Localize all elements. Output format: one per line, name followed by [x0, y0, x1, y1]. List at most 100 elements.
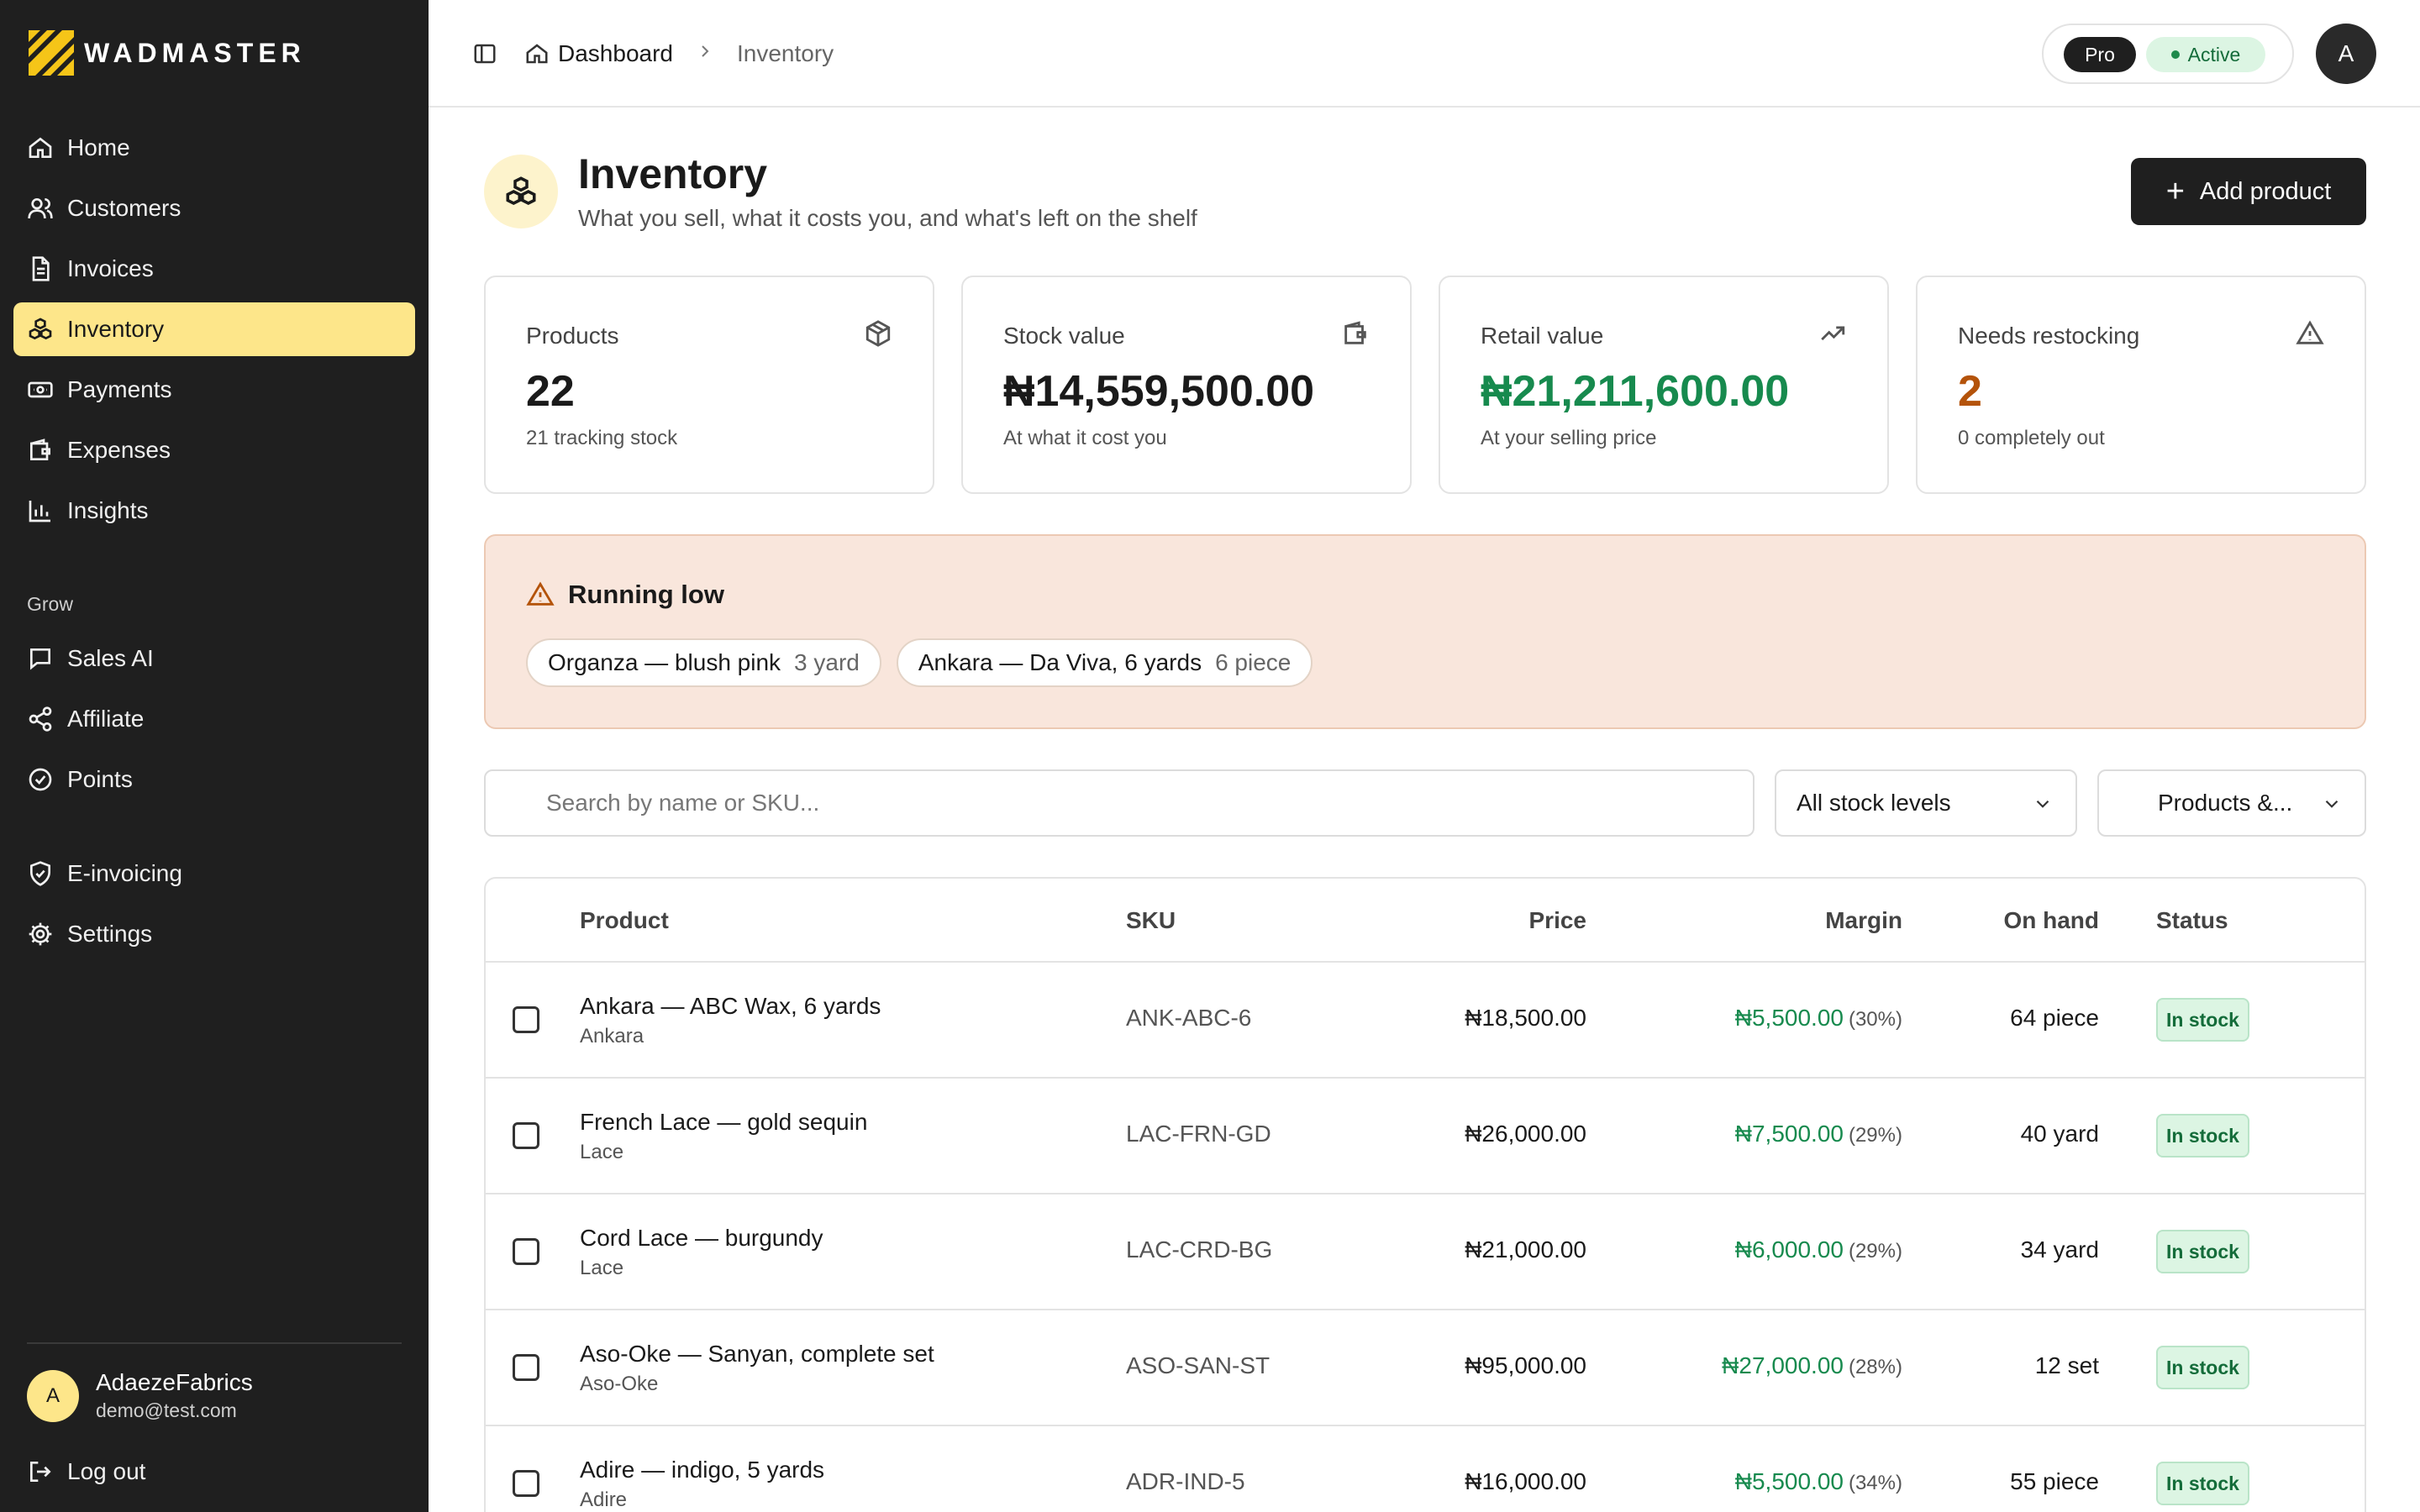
table-row[interactable]: Aso-Oke — Sanyan, complete set Aso-Oke A… [486, 1310, 2365, 1426]
table-row[interactable]: Ankara — ABC Wax, 6 yards Ankara ANK-ABC… [486, 963, 2365, 1079]
product-name[interactable]: French Lace — gold sequin [580, 1109, 867, 1136]
sidebar-item-points[interactable]: Points [13, 753, 415, 806]
stat-value: 2 [1958, 367, 1982, 416]
sidebar-item-invoices[interactable]: Invoices [13, 242, 415, 296]
product-price: ₦18,500.00 [1465, 1005, 1586, 1031]
column-header-status[interactable]: Status [2156, 907, 2228, 934]
user-profile[interactable]: A AdaezeFabrics demo@test.com [27, 1369, 253, 1422]
document-icon [32, 256, 50, 281]
status-badge: In stock [2156, 1230, 2249, 1273]
stat-note: At your selling price [1481, 427, 1657, 449]
sidebar-item-insights[interactable]: Insights [13, 484, 415, 538]
sidebar-item-label: Settings [67, 921, 153, 947]
running-low-title: Running low [526, 580, 724, 610]
product-on-hand: 64 piece [2010, 1005, 2099, 1031]
column-header-product[interactable]: Product [580, 907, 669, 934]
wallet-icon [1344, 321, 1366, 344]
column-header-sku[interactable]: SKU [1126, 907, 1176, 934]
sidebar-item-label: Inventory [67, 316, 165, 342]
margin-percent: (29%) [1848, 1124, 1902, 1147]
logout-icon [30, 1462, 51, 1482]
breadcrumb: Dashboard Inventory [472, 34, 834, 74]
row-checkbox[interactable] [513, 1238, 539, 1265]
product-sku: ADR-IND-5 [1126, 1468, 1245, 1494]
row-checkbox[interactable] [513, 1470, 539, 1497]
stock-level-select[interactable]: All stock levels [1775, 769, 2077, 837]
column-header-on-hand[interactable]: On hand [2003, 907, 2099, 934]
product-category: Ankara [580, 1025, 644, 1047]
product-category: Lace [580, 1141, 624, 1163]
logout-label: Log out [67, 1458, 146, 1484]
status-label: Active [2187, 43, 2241, 66]
product-name[interactable]: Cord Lace — burgundy [580, 1225, 823, 1252]
product-category: Adire [580, 1488, 628, 1511]
sidebar-item-home[interactable]: Home [13, 121, 415, 175]
sidebar-item-label: Expenses [67, 437, 171, 463]
brand-logo[interactable]: WADMASTER [29, 29, 306, 77]
running-low-item[interactable]: Organza — blush pink 3 yard [526, 638, 881, 687]
sidebar-item-settings[interactable]: Settings [13, 907, 415, 961]
sidebar-item-inventory[interactable]: Inventory [13, 302, 415, 356]
shield-check-icon [30, 861, 50, 886]
sidebar-item-label: Payments [67, 376, 172, 402]
product-margin: ₦5,500.00 (30%) [1735, 1005, 1902, 1032]
trending-up-icon [1821, 326, 1845, 341]
running-low-list: Organza — blush pink 3 yard Ankara — Da … [526, 638, 1313, 687]
table-row[interactable]: French Lace — gold sequin Lace LAC-FRN-G… [486, 1079, 2365, 1194]
product-sku: ANK-ABC-6 [1126, 1005, 1252, 1031]
search-box [484, 769, 1754, 837]
product-price: ₦21,000.00 [1465, 1236, 1586, 1263]
check-circle-icon [29, 768, 52, 791]
breadcrumb-dashboard[interactable]: Dashboard [524, 40, 673, 67]
gear-icon [29, 922, 52, 946]
product-category: Aso-Oke [580, 1373, 659, 1395]
product-sku: LAC-CRD-BG [1126, 1236, 1273, 1263]
stock-level-value: All stock levels [1797, 790, 1951, 816]
sidebar-item-payments[interactable]: Payments [13, 363, 415, 417]
running-low-item[interactable]: Ankara — Da Viva, 6 yards 6 piece [896, 638, 1313, 687]
type-select[interactable]: Products &... [2097, 769, 2366, 837]
column-header-price[interactable]: Price [1529, 907, 1587, 934]
home-icon [526, 44, 548, 64]
sidebar-item-affiliate[interactable]: Affiliate [13, 692, 415, 746]
sidebar-divider [27, 1342, 402, 1344]
sidebar-item-label: Sales AI [67, 645, 154, 671]
table-row[interactable]: Adire — indigo, 5 yards Adire ADR-IND-5 … [486, 1426, 2365, 1512]
margin-percent: (34%) [1848, 1472, 1902, 1494]
row-checkbox[interactable] [513, 1122, 539, 1149]
product-margin: ₦7,500.00 (29%) [1735, 1121, 1902, 1147]
stat-card-products: Products 22 21 tracking stock [484, 276, 934, 494]
low-item-name: Organza — blush pink [548, 649, 781, 675]
sidebar-item-sales-ai[interactable]: Sales AI [13, 632, 415, 685]
table-row[interactable]: Cord Lace — burgundy Lace LAC-CRD-BG ₦21… [486, 1194, 2365, 1310]
stat-card-stock-value: Stock value ₦14,559,500.00 At what it co… [961, 276, 1412, 494]
sidebar-item-e-invoicing[interactable]: E-invoicing [13, 847, 415, 900]
product-name[interactable]: Ankara — ABC Wax, 6 yards [580, 993, 881, 1020]
search-input[interactable] [546, 771, 1723, 835]
product-name[interactable]: Adire — indigo, 5 yards [580, 1457, 824, 1483]
margin-value: ₦5,500.00 [1734, 1005, 1844, 1031]
chevron-down-icon [2036, 800, 2049, 808]
sidebar-item-expenses[interactable]: Expenses [13, 423, 415, 477]
row-checkbox[interactable] [513, 1354, 539, 1381]
sidebar-item-label: Points [67, 766, 133, 792]
breadcrumb-current: Inventory [736, 40, 834, 66]
wallet-icon [30, 438, 50, 460]
column-header-margin[interactable]: Margin [1825, 907, 1902, 934]
add-product-button[interactable]: + Add product [2131, 158, 2366, 225]
avatar[interactable]: A [2316, 24, 2376, 84]
logout-button[interactable]: Log out [13, 1445, 415, 1499]
add-product-label: Add product [2199, 177, 2332, 205]
row-checkbox[interactable] [513, 1006, 539, 1033]
plan-status[interactable]: Pro Active [2042, 24, 2294, 84]
status-badge: In stock [2156, 1462, 2249, 1505]
home-icon [29, 137, 52, 158]
margin-value: ₦27,000.00 [1722, 1352, 1844, 1378]
sidebar-toggle-icon[interactable] [472, 41, 497, 66]
product-margin: ₦5,500.00 (34%) [1735, 1468, 1902, 1495]
product-sku: LAC-FRN-GD [1126, 1121, 1271, 1147]
sidebar-item-customers[interactable]: Customers [13, 181, 415, 235]
product-name[interactable]: Aso-Oke — Sanyan, complete set [580, 1341, 934, 1368]
user-name: AdaezeFabrics [96, 1369, 253, 1395]
sidebar-item-label: Home [67, 134, 130, 160]
